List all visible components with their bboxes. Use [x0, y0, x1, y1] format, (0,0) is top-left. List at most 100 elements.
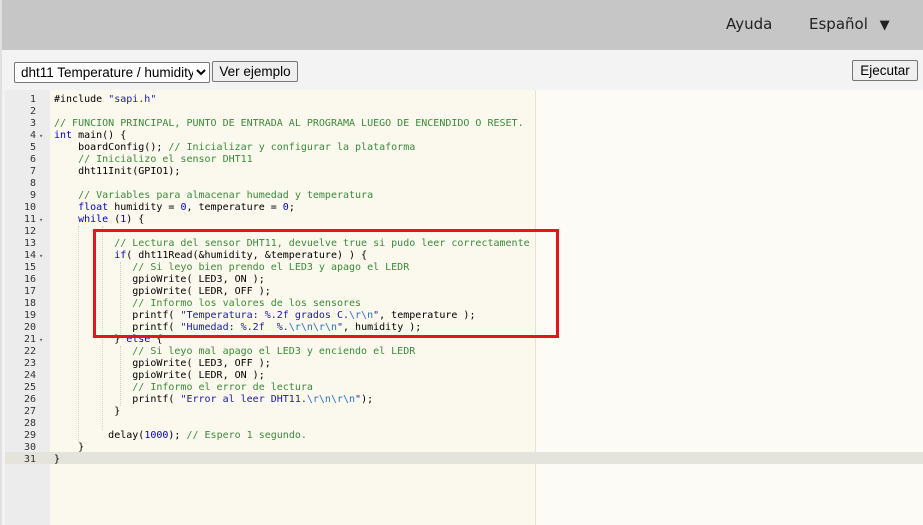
code-token: // Informo el error de lectura — [54, 382, 313, 393]
code-token: int — [54, 130, 73, 141]
line-number: 6 — [29, 154, 36, 165]
chevron-down-icon: ▼ — [879, 18, 890, 33]
line-number: 2 — [29, 106, 36, 117]
code-line[interactable]: 8 — [5, 178, 923, 190]
code-text: // Variables para almacenar humedad y te… — [54, 190, 373, 202]
code-line[interactable]: 25 // Informo el error de lectura — [5, 382, 923, 394]
line-number: 25 — [23, 382, 36, 393]
code-line[interactable]: 10 float humidity = 0, temperature = 0; — [5, 202, 923, 214]
code-line[interactable]: 28 — [5, 418, 923, 430]
code-line[interactable]: 24 gpioWrite( LEDR, ON ); — [5, 370, 923, 382]
language-menu[interactable]: Español ▼ — [809, 15, 890, 33]
line-number: 28 — [23, 418, 36, 429]
code-token: // FUNCION PRINCIPAL, PUNTO DE ENTRADA A… — [54, 118, 524, 129]
line-number: 24 — [23, 370, 36, 381]
code-token: } — [54, 442, 85, 453]
code-line[interactable]: 26 printf( "Error al leer DHT11.\r\n\r\n… — [5, 394, 923, 406]
code-text: // Informo el error de lectura — [54, 382, 313, 394]
line-number: 22 — [23, 346, 36, 357]
code-line[interactable]: 3 // FUNCION PRINCIPAL, PUNTO DE ENTRADA … — [5, 118, 923, 130]
load-example-button[interactable]: Ver ejemplo — [212, 61, 298, 82]
line-number: 17 — [23, 286, 36, 297]
line-number: 31 — [23, 454, 36, 465]
fold-toggle-icon[interactable]: ▾ — [39, 250, 43, 262]
line-number: 27 — [23, 406, 36, 417]
code-text: // FUNCION PRINCIPAL, PUNTO DE ENTRADA A… — [54, 118, 524, 130]
line-number: 1 — [29, 94, 36, 105]
code-text: dht11Init(GPIO1); — [54, 166, 180, 178]
code-line[interactable]: 7 dht11Init(GPIO1); — [5, 166, 923, 178]
line-number: 14 — [23, 250, 36, 261]
code-token: float — [54, 202, 109, 213]
example-select[interactable]: dht11 Temperature / humidity — [14, 62, 210, 83]
code-token: // Inicializo el sensor DHT11 — [54, 154, 253, 165]
line-number: 15 — [23, 262, 36, 273]
code-text: printf( "Error al leer DHT11.\r\n\r\n"); — [54, 394, 373, 406]
code-line[interactable]: 27 } — [5, 406, 923, 418]
code-token: delay( — [54, 430, 145, 441]
code-line[interactable]: 1 #include "sapi.h" — [5, 94, 923, 106]
code-token: gpioWrite( LEDR, ON ); — [54, 370, 265, 381]
code-token: gpioWrite( LED3, OFF ); — [54, 358, 271, 369]
code-token: ) { — [126, 214, 145, 225]
code-token: } — [54, 454, 61, 465]
code-token: main() { — [72, 130, 127, 141]
line-number: 18 — [23, 298, 36, 309]
line-number: 13 — [23, 238, 36, 249]
code-text: gpioWrite( LED3, OFF ); — [54, 358, 271, 370]
code-token: , temperature = — [186, 202, 283, 213]
code-text: } — [54, 454, 60, 466]
fold-toggle-icon[interactable]: ▾ — [39, 214, 43, 226]
code-token: dht11Init(GPIO1); — [54, 166, 181, 177]
code-token: humidity = — [108, 202, 181, 213]
code-line[interactable]: 31} — [5, 454, 923, 466]
line-number: 20 — [23, 322, 36, 333]
code-token: 1000 — [144, 430, 169, 441]
code-text: // Inicializo el sensor DHT11 — [54, 154, 253, 166]
code-token: // Si leyo mal apago el LED3 y enciendo … — [54, 346, 416, 357]
code-token: "Error al leer DHT11. — [180, 394, 307, 405]
code-line[interactable]: 11 ▾ while (1) { — [5, 214, 923, 226]
toolbar: dht11 Temperature / humidity Ver ejemplo… — [2, 50, 923, 90]
code-token: \r\n\r\n — [306, 394, 356, 405]
code-token: while — [54, 214, 109, 225]
code-text: float humidity = 0, temperature = 0; — [54, 202, 295, 214]
code-text: int main() { — [54, 130, 126, 142]
code-text: while (1) { — [54, 214, 144, 226]
code-token: ); — [168, 430, 187, 441]
code-text: // Si leyo mal apago el LED3 y enciendo … — [54, 346, 415, 358]
code-line[interactable]: 22 // Si leyo mal apago el LED3 y encien… — [5, 346, 923, 358]
code-line[interactable]: 2 — [5, 106, 923, 118]
line-number: 4 — [29, 130, 36, 141]
code-token: "sapi.h" — [108, 94, 157, 105]
code-token: ); — [361, 394, 374, 405]
language-label: Español — [809, 15, 868, 33]
fold-toggle-icon[interactable]: ▾ — [39, 334, 43, 346]
top-navbar: Ayuda Español ▼ — [2, 0, 923, 50]
code-line[interactable]: 30 } — [5, 442, 923, 454]
code-line[interactable]: 5 boardConfig(); // Inicializar y config… — [5, 142, 923, 154]
fold-toggle-icon[interactable]: ▾ — [39, 130, 43, 142]
code-text: gpioWrite( LEDR, ON ); — [54, 370, 265, 382]
code-line[interactable]: 9 // Variables para almacenar humedad y … — [5, 190, 923, 202]
line-number: 3 — [29, 118, 36, 129]
line-number: 26 — [23, 394, 36, 405]
code-token: ( — [108, 214, 121, 225]
code-line[interactable]: 23 gpioWrite( LED3, OFF ); — [5, 358, 923, 370]
code-text: #include "sapi.h" — [54, 94, 156, 106]
line-number: 11 — [23, 214, 36, 225]
code-line[interactable]: 6 // Inicializo el sensor DHT11 — [5, 154, 923, 166]
code-text: } — [54, 442, 84, 454]
line-number: 30 — [23, 442, 36, 453]
code-token: boardConfig(); — [54, 142, 169, 153]
code-text: delay(1000); // Espero 1 segundo. — [54, 430, 307, 442]
code-line[interactable]: 4 ▾ int main() { — [5, 130, 923, 142]
code-line[interactable]: 29 delay(1000); // Espero 1 segundo. — [5, 430, 923, 442]
line-number: 23 — [23, 358, 36, 369]
run-button[interactable]: Ejecutar — [852, 60, 918, 81]
line-number: 5 — [29, 142, 36, 153]
line-number: 7 — [29, 166, 36, 177]
help-menu[interactable]: Ayuda — [726, 15, 772, 33]
code-token: // Espero 1 segundo. — [186, 430, 307, 441]
code-token: // Inicializar y configurar la plataform… — [168, 142, 416, 153]
